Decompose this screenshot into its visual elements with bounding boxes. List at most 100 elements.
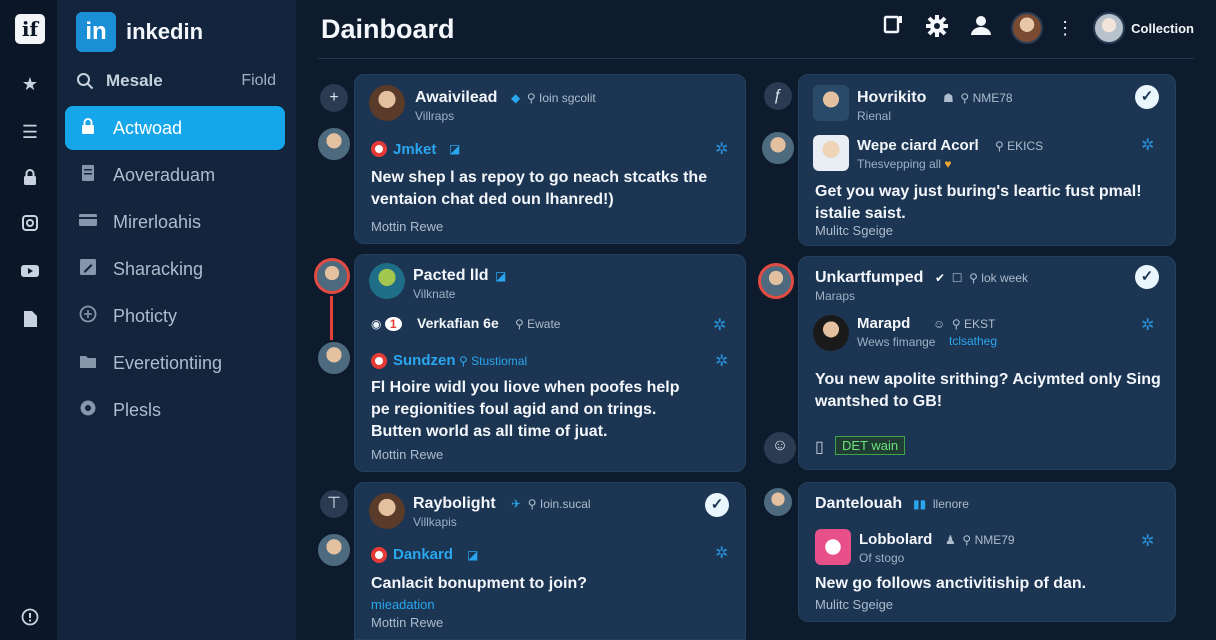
post-footer[interactable]: Mulitc Sgeige — [815, 223, 893, 238]
sidebar-item-sharacking[interactable]: Sharacking — [65, 247, 285, 291]
document-icon[interactable] — [18, 310, 42, 334]
author-avatar[interactable] — [813, 85, 849, 121]
count-badge-icon: ◉ 1 — [371, 317, 402, 331]
post-author-avatar[interactable] — [314, 258, 350, 294]
more-options-icon[interactable]: ⋮ — [1051, 14, 1079, 42]
verified-icon: ◪ — [449, 142, 461, 156]
related-author-meta: ☺ ⚲ EKST — [933, 317, 996, 331]
post-body: New go follows anctivitiship of dan. — [815, 575, 1087, 592]
sidebar-item-aoveraduam[interactable]: Aoveraduam — [65, 153, 285, 197]
search-field[interactable]: Fiold — [241, 72, 276, 90]
profile-avatar[interactable] — [1011, 12, 1044, 44]
author-avatar[interactable] — [369, 493, 405, 529]
post-author-avatar[interactable] — [316, 532, 352, 568]
sidebar-item-mirerloahis[interactable]: Mirerloahis — [65, 200, 285, 244]
author-meta: ✈ ⚲ Ioin.sucal — [511, 497, 591, 511]
sidebar: in inkedin Mesale Fiold Actwoad Aoveradu… — [58, 0, 296, 640]
related-author-meta: ⚲ EKICS — [995, 139, 1044, 153]
sparkle-icon[interactable]: ✲ — [1141, 315, 1154, 335]
author-name[interactable]: Raybolight — [413, 495, 496, 513]
post-author-avatar[interactable] — [762, 486, 794, 518]
author-name[interactable]: Awaivilead — [415, 89, 497, 107]
verified-icon: ◪ — [467, 548, 479, 562]
status-dot — [371, 547, 387, 563]
app-logo[interactable]: if — [15, 14, 45, 44]
video-icon[interactable] — [18, 262, 42, 286]
post-tag[interactable]: Dankard — [393, 546, 453, 563]
related-author-link[interactable]: tclsatheg — [949, 334, 997, 348]
post-card[interactable]: Awaivilead ◆ ⚲ Ioin sgcolit Villraps Jmk… — [354, 74, 746, 244]
post-card[interactable]: Raybolight ✈ ⚲ Ioin.sucal ✓ Villkapis Da… — [354, 482, 746, 640]
check-icon[interactable]: ✓ — [1135, 85, 1159, 109]
list-icon[interactable]: ☰ — [18, 120, 42, 144]
post-footer[interactable]: Mottin Rewe — [371, 615, 443, 630]
info-icon[interactable] — [18, 608, 42, 632]
add-icon[interactable]: + — [320, 84, 348, 112]
lock-icon[interactable] — [18, 168, 42, 192]
author-avatar[interactable] — [369, 263, 405, 299]
settings-icon — [77, 399, 99, 422]
post-footer[interactable]: Mulitc Sgeige — [815, 597, 893, 612]
related-author-name[interactable]: Lobbolard — [859, 531, 932, 548]
related-author-name[interactable]: Wepe ciard Acorl — [857, 137, 979, 154]
reply-icon[interactable]: ☺ — [764, 432, 796, 464]
script-icon[interactable]: ƒ — [764, 82, 792, 110]
sidebar-item-photicty[interactable]: Photicty — [65, 294, 285, 338]
sparkle-icon[interactable]: ✲ — [1141, 531, 1154, 551]
brand[interactable]: in inkedin — [76, 12, 203, 52]
author-name[interactable]: Pacted lld — [413, 267, 489, 285]
post-tag[interactable]: Jmket — [393, 141, 436, 158]
main-content: Dainboard ⋮ Collection + ⊤ ƒ ☺ Awaivilea… — [296, 0, 1216, 640]
lock-icon — [77, 117, 99, 140]
gear-icon[interactable] — [923, 14, 951, 42]
post-body: Get you way just buring's leartic fust p… — [815, 183, 1142, 222]
sparkle-icon[interactable]: ✲ — [715, 351, 728, 371]
dollar-icon — [77, 305, 99, 328]
post-author-avatar[interactable] — [316, 340, 352, 376]
star-icon[interactable]: ★ — [18, 72, 42, 96]
related-author-name[interactable]: Verkafian 6e — [417, 315, 499, 331]
sparkle-icon[interactable]: ✲ — [713, 315, 726, 335]
pin-icon[interactable]: ⊤ — [320, 490, 348, 518]
sidebar-item-plesls[interactable]: Plesls — [65, 388, 285, 432]
related-author-avatar[interactable] — [815, 529, 851, 565]
related-author-avatar[interactable] — [813, 135, 849, 171]
status-badge[interactable]: DET wain — [835, 436, 906, 455]
post-card[interactable]: Pacted lld ◪ Vilknate ◉ 1 Verkafian 6e ⚲… — [354, 254, 746, 472]
sparkle-icon[interactable]: ✲ — [1141, 135, 1154, 155]
post-footer[interactable]: Mottin Rewe — [371, 219, 443, 234]
related-author-name[interactable]: Marapd — [857, 315, 910, 332]
folder-icon — [77, 353, 99, 374]
header-divider — [318, 58, 1194, 59]
author-name[interactable]: Unkartfumped — [815, 269, 923, 287]
post-footer[interactable]: Mottin Rewe — [371, 447, 443, 462]
post-author-avatar[interactable] — [316, 126, 352, 162]
icon-rail: if ★ ☰ — [0, 0, 58, 640]
related-author-avatar[interactable] — [813, 315, 849, 351]
sidebar-item-everetiontiing[interactable]: Everetiontiing — [65, 341, 285, 385]
sidebar-item-actwoad[interactable]: Actwoad — [65, 106, 285, 150]
post-link[interactable]: mieadation — [371, 597, 435, 612]
author-avatar[interactable] — [369, 85, 405, 121]
author-subtitle: Vilknate — [413, 287, 456, 301]
post-card[interactable]: Unkartfumped ✔ ☐ ⚲ lok week ✓ Maraps Mar… — [798, 256, 1176, 470]
post-card[interactable]: Dantelouah ▮▮ llenore Lobbolard ♟ ⚲ NME7… — [798, 482, 1176, 622]
document-icon — [77, 164, 99, 187]
related-author-subtitle: Thesvepping all ♥ — [857, 157, 952, 171]
user-icon[interactable] — [967, 14, 995, 42]
post-author-avatar[interactable] — [760, 130, 796, 166]
post-body: Fl Hoire widl you liove when poofes help… — [371, 379, 680, 440]
sparkle-icon[interactable]: ✲ — [715, 543, 728, 563]
author-name[interactable]: Hovrikito — [857, 89, 926, 107]
check-icon[interactable]: ✓ — [705, 493, 729, 517]
collection-button[interactable]: Collection — [1093, 12, 1194, 44]
camera-icon[interactable] — [18, 214, 42, 238]
sparkle-icon[interactable]: ✲ — [715, 139, 728, 159]
search-bar[interactable]: Mesale Fiold — [76, 66, 276, 96]
post-tag[interactable]: Sundzen — [393, 352, 456, 369]
notification-icon[interactable] — [879, 14, 907, 42]
author-name[interactable]: Dantelouah — [815, 495, 902, 513]
post-author-avatar[interactable] — [758, 263, 794, 299]
check-icon[interactable]: ✓ — [1135, 265, 1159, 289]
post-card[interactable]: Hovrikito ☗ ⚲ NME78 ✓ Rienal Wepe ciard … — [798, 74, 1176, 246]
